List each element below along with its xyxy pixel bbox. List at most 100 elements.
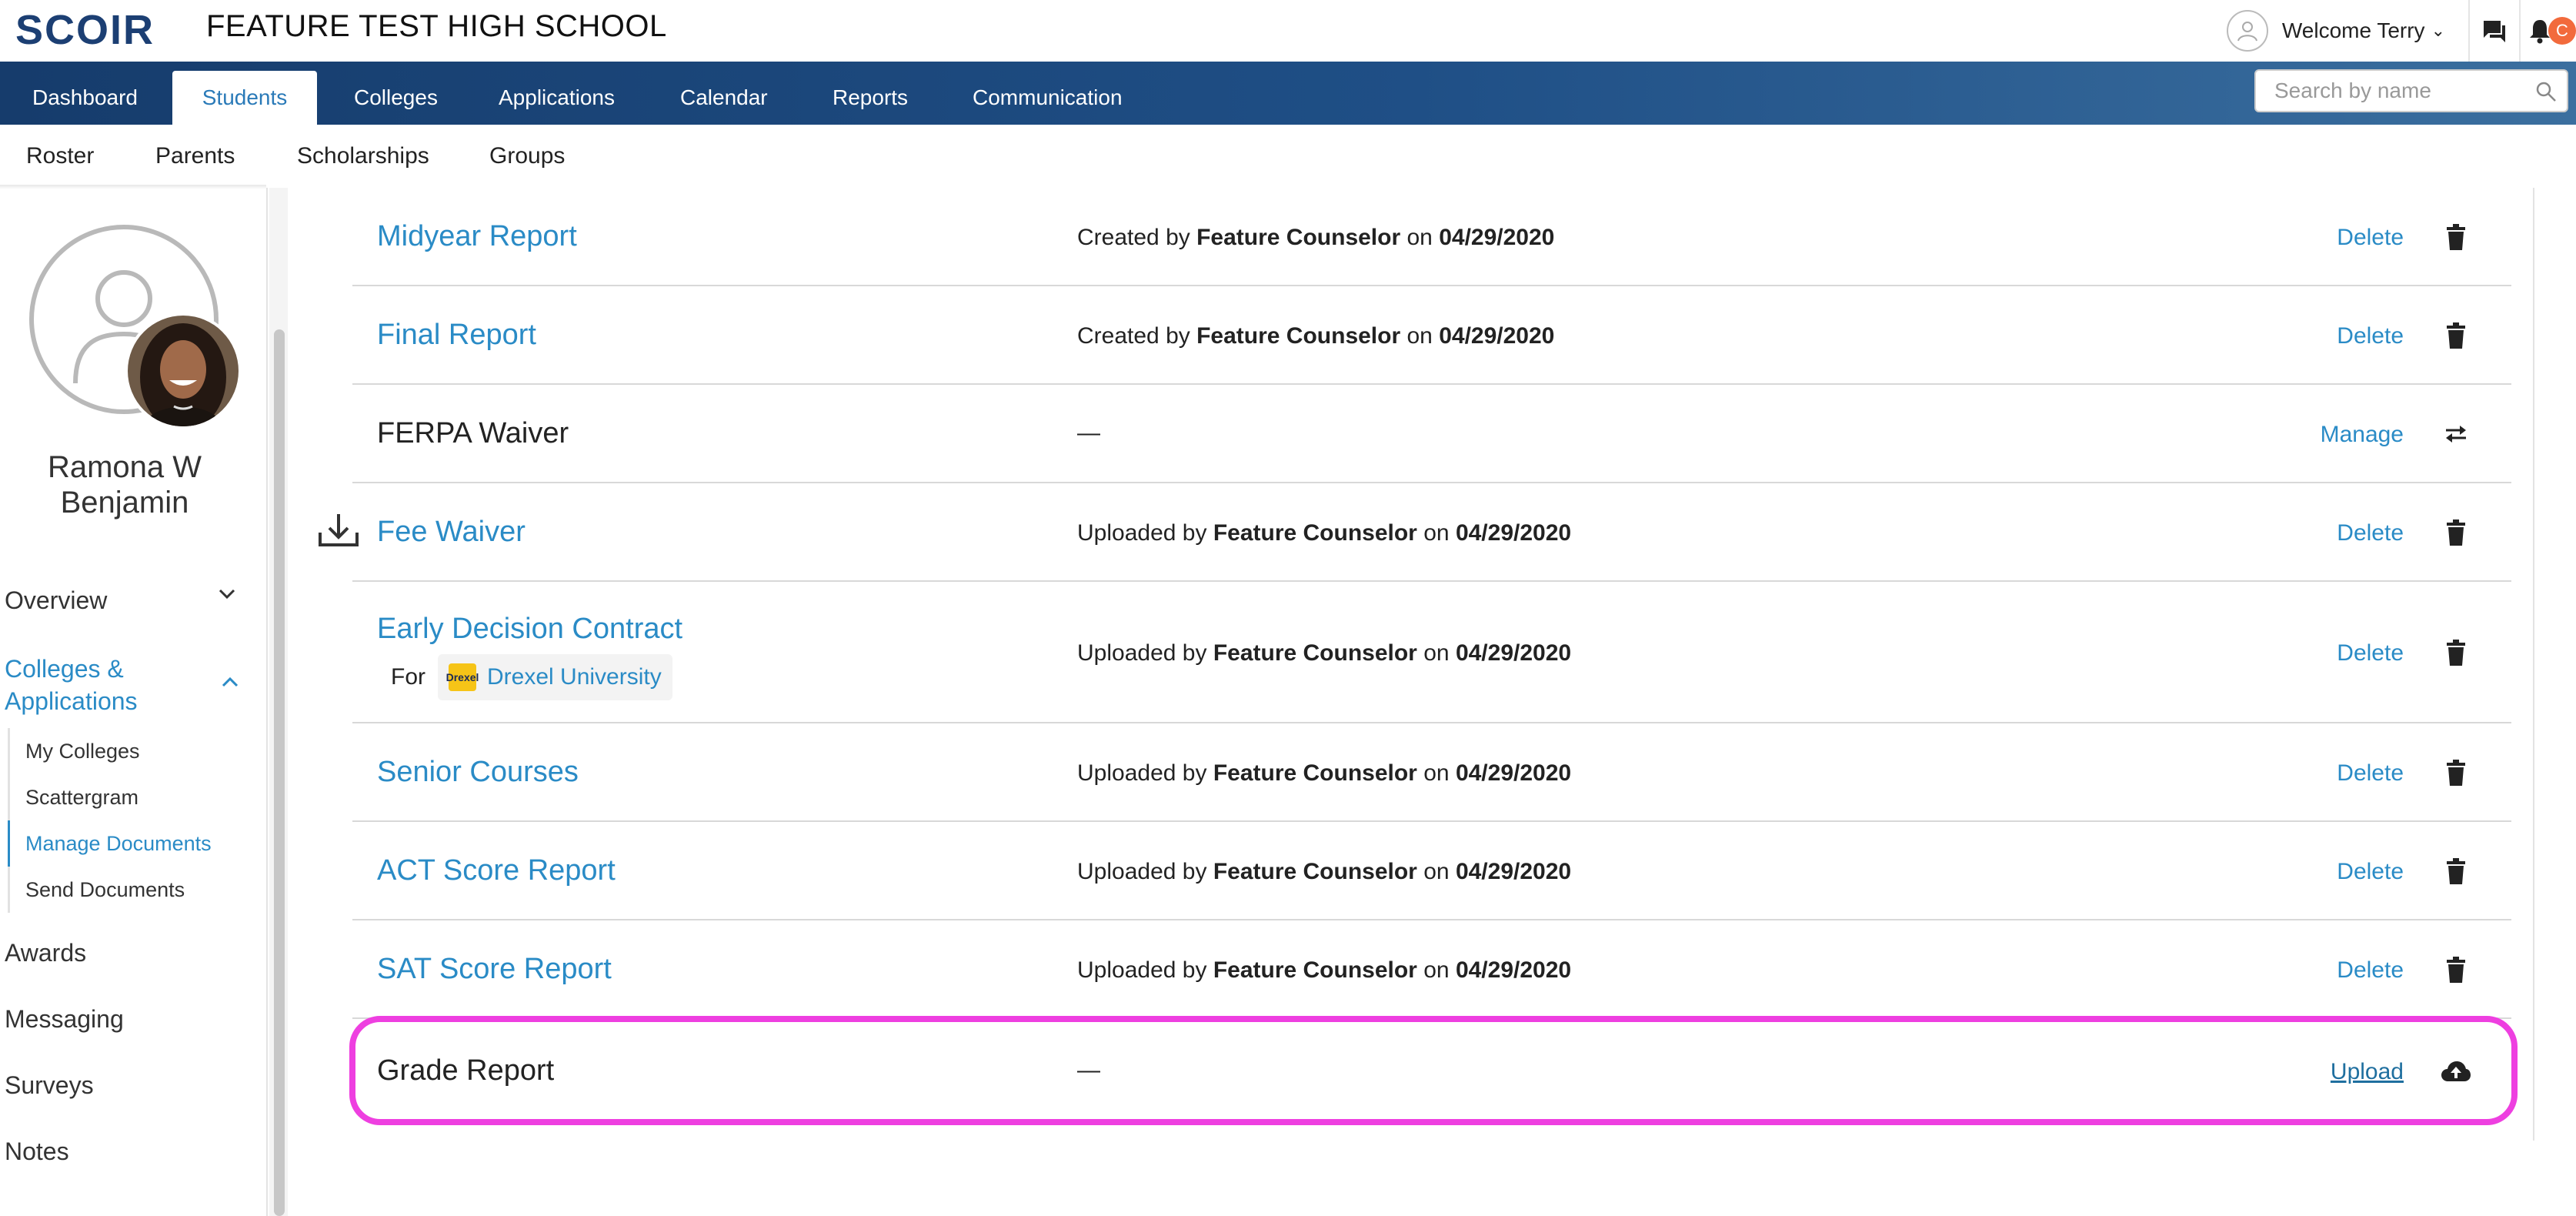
table-row: Early Decision Contract For Drexel Drexe… <box>352 582 2511 723</box>
trash-icon[interactable] <box>2441 856 2471 887</box>
sidebar-item-overview[interactable]: Overview <box>5 586 107 615</box>
trash-icon[interactable] <box>2441 637 2471 668</box>
meta-dash: — <box>1077 420 1100 446</box>
download-icon[interactable] <box>317 511 360 550</box>
manage-button[interactable]: Manage <box>2321 422 2404 448</box>
meta-date: 04/29/2020 <box>1439 225 1555 250</box>
main-nav: Dashboard Students Colleges Applications… <box>0 62 2576 125</box>
scoir-logo[interactable]: SCOIR <box>15 6 155 54</box>
meta-verb: Created by <box>1077 323 1190 349</box>
meta-on: on <box>1423 640 1450 666</box>
table-border <box>2533 188 2534 1141</box>
notification-badge[interactable]: C <box>2548 17 2576 45</box>
document-meta: Created by Feature Counselor on 04/29/20… <box>1077 225 1554 251</box>
sidebar-item-awards[interactable]: Awards <box>5 939 86 967</box>
tab-colleges[interactable]: Colleges <box>354 71 438 125</box>
tab-students[interactable]: Students <box>172 71 317 125</box>
delete-button[interactable]: Delete <box>2337 640 2404 666</box>
delete-button[interactable]: Delete <box>2337 520 2404 546</box>
sidebar-sub-my-colleges[interactable]: My Colleges <box>8 728 239 774</box>
document-link[interactable]: SAT Score Report <box>377 953 612 986</box>
document-link[interactable]: Midyear Report <box>377 220 577 253</box>
trash-icon[interactable] <box>2441 757 2471 788</box>
meta-verb: Uploaded by <box>1077 760 1207 786</box>
delete-button[interactable]: Delete <box>2337 225 2404 251</box>
meta-author: Feature Counselor <box>1196 323 1401 349</box>
app-header: SCOIR FEATURE TEST HIGH SCHOOL Welcome T… <box>0 0 2576 62</box>
meta-author: Feature Counselor <box>1213 760 1417 786</box>
table-row: Final Report Created by Feature Counselo… <box>352 286 2511 385</box>
meta-verb: Uploaded by <box>1077 859 1207 884</box>
table-row: SAT Score Report Uploaded by Feature Cou… <box>352 920 2511 1019</box>
student-last-name: Benjamin <box>60 486 189 519</box>
sidebar-scrollbar-thumb[interactable] <box>274 329 285 1216</box>
college-chip[interactable]: Drexel Drexel University <box>438 654 672 700</box>
tab-communication[interactable]: Communication <box>973 71 1123 125</box>
college-link[interactable]: Drexel University <box>487 664 662 690</box>
user-area: Welcome Terry ⌄ C <box>2226 0 2576 62</box>
subtab-groups[interactable]: Groups <box>489 125 565 188</box>
meta-verb: Uploaded by <box>1077 640 1207 666</box>
meta-verb: Uploaded by <box>1077 957 1207 983</box>
meta-date: 04/29/2020 <box>1455 957 1572 983</box>
meta-on: on <box>1406 323 1433 349</box>
sub-nav: Roster Parents Scholarships Groups <box>0 125 2576 188</box>
highlight-outline <box>349 1016 2518 1125</box>
meta-author: Feature Counselor <box>1196 225 1401 250</box>
subtab-scholarships[interactable]: Scholarships <box>297 125 429 188</box>
sidebar-item-messaging[interactable]: Messaging <box>5 1005 124 1034</box>
table-row: Fee Waiver Uploaded by Feature Counselor… <box>352 483 2511 582</box>
swap-arrows-icon[interactable] <box>2441 419 2471 449</box>
meta-date: 04/29/2020 <box>1455 520 1572 546</box>
document-meta: Uploaded by Feature Counselor on 04/29/2… <box>1077 859 1571 885</box>
trash-icon[interactable] <box>2441 320 2471 351</box>
tab-applications[interactable]: Applications <box>499 71 615 125</box>
sidebar-item-surveys[interactable]: Surveys <box>5 1071 94 1100</box>
meta-author: Feature Counselor <box>1213 520 1417 546</box>
document-link[interactable]: Senior Courses <box>377 756 579 789</box>
table-row: Midyear Report Created by Feature Counse… <box>352 188 2511 286</box>
document-link[interactable]: Final Report <box>377 319 536 352</box>
tab-dashboard[interactable]: Dashboard <box>32 71 138 125</box>
delete-button[interactable]: Delete <box>2337 323 2404 349</box>
search-icon[interactable] <box>2534 80 2558 107</box>
subnav-shadow <box>0 185 266 189</box>
table-row: ACT Score Report Uploaded by Feature Cou… <box>352 822 2511 920</box>
table-row: Senior Courses Uploaded by Feature Couns… <box>352 723 2511 822</box>
tab-reports[interactable]: Reports <box>833 71 908 125</box>
document-link[interactable]: ACT Score Report <box>377 854 616 887</box>
meta-on: on <box>1406 225 1433 250</box>
chevron-down-icon[interactable]: ⌄ <box>2431 21 2445 41</box>
sidebar-item-notes[interactable]: Notes <box>5 1137 69 1166</box>
chevron-up-icon[interactable] <box>220 673 240 698</box>
school-name: FEATURE TEST HIGH SCHOOL <box>206 9 667 43</box>
search-input[interactable] <box>2273 78 2538 104</box>
welcome-text[interactable]: Welcome Terry <box>2282 18 2425 43</box>
subtab-parents[interactable]: Parents <box>155 125 235 188</box>
logo-text: SCOIR <box>15 7 155 53</box>
sidebar-item-colleges-applications[interactable]: Colleges & Applications <box>5 653 138 717</box>
chevron-down-icon[interactable] <box>217 583 237 609</box>
delete-button[interactable]: Delete <box>2337 760 2404 787</box>
meta-verb: Uploaded by <box>1077 520 1207 546</box>
trash-icon[interactable] <box>2441 517 2471 548</box>
sidebar-sub-scattergram[interactable]: Scattergram <box>8 774 239 820</box>
sidebar-sub-manage-documents[interactable]: Manage Documents <box>8 820 239 867</box>
meta-date: 04/29/2020 <box>1455 760 1572 786</box>
sidebar-sub-send-documents[interactable]: Send Documents <box>8 867 239 913</box>
student-first-name: Ramona W <box>47 450 202 484</box>
tab-calendar[interactable]: Calendar <box>680 71 768 125</box>
table-row: FERPA Waiver — Manage <box>352 385 2511 483</box>
document-link[interactable]: Early Decision Contract <box>377 613 682 646</box>
trash-icon[interactable] <box>2441 222 2471 252</box>
subtab-roster[interactable]: Roster <box>26 125 94 188</box>
delete-button[interactable]: Delete <box>2337 957 2404 984</box>
document-meta: — <box>1077 420 1100 446</box>
college-logo: Drexel <box>446 663 479 691</box>
messages-icon[interactable] <box>2470 0 2519 62</box>
trash-icon[interactable] <box>2441 954 2471 985</box>
delete-button[interactable]: Delete <box>2337 859 2404 885</box>
document-link[interactable]: Fee Waiver <box>377 516 526 549</box>
meta-on: on <box>1423 760 1450 786</box>
user-avatar-icon[interactable] <box>2226 10 2268 52</box>
